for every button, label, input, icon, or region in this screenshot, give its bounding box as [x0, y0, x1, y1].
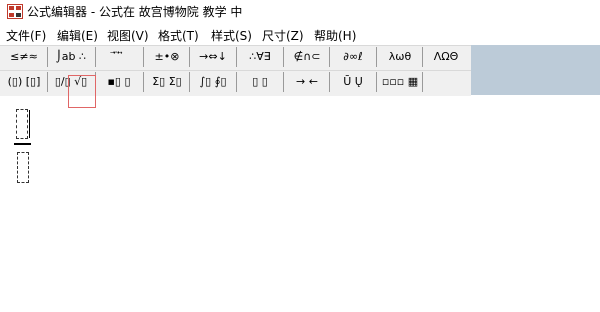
menu-bar: 文件(F) 编辑(E) 视图(V) 格式(T) 样式(S) 尺寸(Z) 帮助(H… [0, 26, 600, 46]
relations-palette-button[interactable]: ≤≠≈ [3, 47, 45, 67]
matrix-templates-button[interactable]: ▫▫▫ ▦ [379, 72, 421, 92]
products-set-templates-button[interactable]: Ū Ų [332, 72, 374, 92]
denominator-slot[interactable] [17, 152, 29, 183]
subscript-superscript-templates-button[interactable]: ▪▯ ▯ [98, 72, 140, 92]
numerator-slot[interactable] [16, 109, 28, 139]
greek-uppercase-palette-button[interactable]: ΛΩΘ [425, 47, 467, 67]
menu-style[interactable]: 样式(S) [211, 28, 252, 44]
equation-canvas[interactable] [0, 96, 600, 312]
equation-editor-app-icon [7, 4, 23, 19]
set-theory-palette-button[interactable]: ∉∩⊂ [286, 47, 328, 67]
menu-size[interactable]: 尺寸(Z) [262, 28, 304, 44]
misc-symbols-palette-button[interactable]: ∂∞ℓ [332, 47, 374, 67]
summation-templates-button[interactable]: Σ▯ Σ▯ [146, 72, 188, 92]
title-bar: 公式编辑器 - 公式在 故宫博物院 教学 中 [0, 0, 600, 24]
menu-format[interactable]: 格式(T) [158, 28, 199, 44]
separator [189, 47, 190, 67]
menu-view[interactable]: 视图(V) [107, 28, 149, 44]
fences-templates-button[interactable]: (▯) [▯] [3, 72, 45, 92]
separator [236, 47, 237, 67]
embellishments-palette-button[interactable]: ⃗ ⃛ ⃡ [98, 47, 140, 67]
integral-templates-button[interactable]: ∫▯ ∮▯ [192, 72, 234, 92]
menu-edit[interactable]: 编辑(E) [57, 28, 98, 44]
menu-file[interactable]: 文件(F) [6, 28, 46, 44]
separator [422, 72, 423, 92]
symbol-palette-row: ≤≠≈ ⌡ab ∴ ⃗ ⃛ ⃡ ±•⊗ →⇔↓ ∴∀∃ ∉∩⊂ ∂∞ℓ λωθ … [0, 45, 471, 69]
toolbar-empty-area [471, 45, 600, 95]
logic-palette-button[interactable]: ∴∀∃ [239, 47, 281, 67]
text-cursor [29, 110, 30, 138]
underbar-overbar-templates-button[interactable]: ▯ ▯ [239, 72, 281, 92]
separator [376, 72, 377, 92]
separator [95, 47, 96, 67]
separator [236, 72, 237, 92]
separator [376, 47, 377, 67]
operators-palette-button[interactable]: ±•⊗ [146, 47, 188, 67]
spaces-ellipses-palette-button[interactable]: ⌡ab ∴ [50, 47, 92, 67]
greek-lowercase-palette-button[interactable]: λωθ [379, 47, 421, 67]
arrows-palette-button[interactable]: →⇔↓ [192, 47, 234, 67]
separator [143, 47, 144, 67]
separator [422, 47, 423, 67]
separator [329, 47, 330, 67]
separator [283, 72, 284, 92]
separator [189, 72, 190, 92]
separator [143, 72, 144, 92]
fraction-bar [14, 143, 31, 145]
separator [47, 72, 48, 92]
separator [283, 47, 284, 67]
window-title: 公式编辑器 - 公式在 故宫博物院 教学 中 [27, 5, 243, 19]
separator [47, 47, 48, 67]
menu-help[interactable]: 帮助(H) [314, 28, 356, 44]
labeled-arrow-templates-button[interactable]: → ← [286, 72, 328, 92]
separator [329, 72, 330, 92]
